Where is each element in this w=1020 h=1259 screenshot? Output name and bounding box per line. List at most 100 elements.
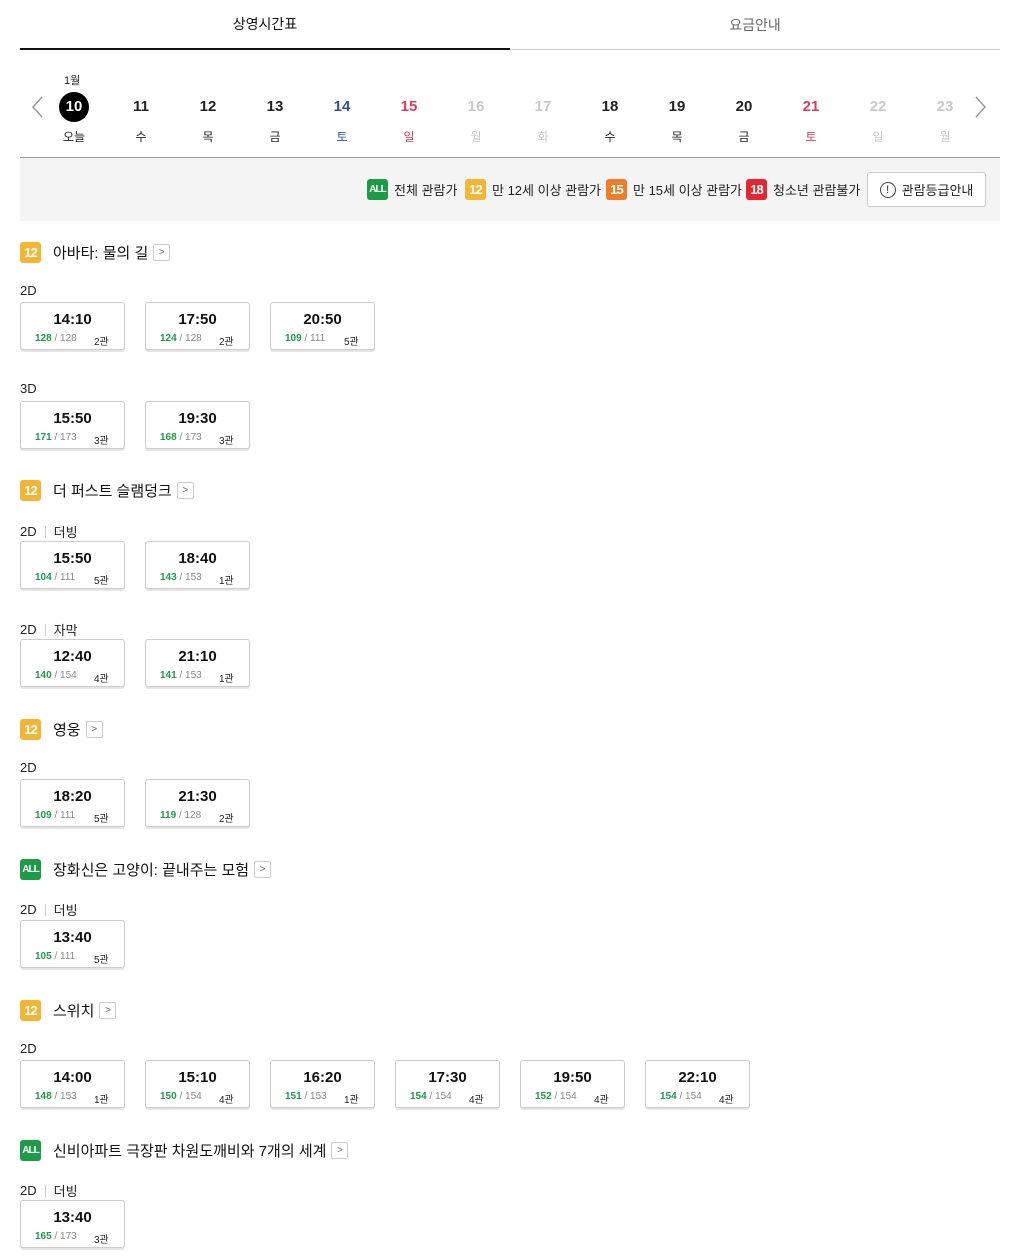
movie-detail-chevron-icon[interactable]: > (153, 243, 171, 261)
showtime-slot[interactable]: 21:30 119 / 128 2관 (145, 779, 250, 827)
format-sub: 더빙 (53, 903, 78, 918)
screen-format: 2D 더빙 (20, 522, 78, 541)
hall-number: 1관 (344, 1095, 359, 1106)
seats-remaining: 148 (35, 1091, 52, 1102)
seats-remaining: 151 (285, 1091, 302, 1102)
seats-total: 128 (185, 333, 202, 344)
showtime: 18:40 (178, 550, 217, 567)
showtime-slot[interactable]: 12:40 140 / 154 4관 (20, 639, 125, 687)
movie-header: 12 더 퍼스트 슬램덩크 > (20, 479, 194, 501)
screen-format: 2D 더빙 (20, 900, 78, 919)
seats-total: 153 (185, 572, 202, 583)
showtime-slot[interactable]: 14:10 128 / 128 2관 (20, 302, 125, 350)
movie-detail-chevron-icon[interactable]: > (331, 1141, 349, 1159)
seat-count: 165 / 173 (35, 1231, 77, 1242)
legend-18: 18 청소년 관람불가 (746, 178, 860, 200)
date-number: 19 (668, 98, 686, 115)
seats-total: 153 (60, 1091, 77, 1102)
next-dates-chevron-right-icon[interactable] (970, 94, 990, 120)
tab-pricing[interactable]: 요금안내 (510, 0, 1000, 50)
showtime-slot[interactable]: 20:50 109 / 111 5관 (270, 302, 375, 350)
screen-format: 2D (20, 283, 37, 298)
date-item[interactable]: 10 오늘 (49, 92, 99, 148)
tab-showtimes[interactable]: 상영시간표 (20, 0, 510, 50)
movie-title[interactable]: 스위치 (53, 1000, 94, 1021)
hall-number: 1관 (219, 674, 234, 685)
showtime: 12:40 (53, 648, 92, 665)
movie-header: 12 영웅 > (20, 718, 103, 740)
showtime-slot[interactable]: 13:40 105 / 111 5관 (20, 920, 125, 968)
date-item[interactable]: 11 수 (116, 92, 166, 148)
seats-total: 128 (60, 333, 77, 344)
screen-format: 2D 더빙 (20, 1181, 78, 1200)
showtime-slot[interactable]: 15:50 171 / 173 3관 (20, 401, 125, 449)
date-item: 17 화 (518, 92, 568, 148)
seat-count: 148 / 153 (35, 1091, 77, 1102)
showtime: 18:20 (53, 788, 92, 805)
date-item[interactable]: 13 금 (250, 92, 300, 148)
seats-total: 173 (60, 432, 77, 443)
movie-detail-chevron-icon[interactable]: > (85, 720, 103, 738)
date-item[interactable]: 21 토 (786, 92, 836, 148)
date-item[interactable]: 14 토 (317, 92, 367, 148)
format-sub: 더빙 (53, 525, 78, 540)
seats-total: 154 (185, 1091, 202, 1102)
date-item[interactable]: 19 목 (652, 92, 702, 148)
divider (44, 525, 46, 538)
hall-number: 1관 (94, 1095, 109, 1106)
movie-title[interactable]: 아바타: 물의 길 (53, 242, 148, 263)
date-weekday: 월 (939, 130, 951, 144)
date-item[interactable]: 20 금 (719, 92, 769, 148)
date-item[interactable]: 15 일 (384, 92, 434, 148)
hall-number: 3관 (94, 436, 109, 447)
showtime-slot[interactable]: 17:30 154 / 154 4관 (395, 1060, 500, 1108)
showtime-slot[interactable]: 16:20 151 / 153 1관 (270, 1060, 375, 1108)
movie-title[interactable]: 더 퍼스트 슬램덩크 (53, 480, 172, 501)
movie-title[interactable]: 장화신은 고양이: 끝내주는 모험 (53, 859, 249, 880)
movie-title[interactable]: 신비아파트 극장판 차원도깨비와 7개의 세계 (53, 1140, 326, 1161)
rating-12-icon: 12 (20, 241, 41, 263)
seats-total: 111 (60, 951, 76, 962)
seats-remaining: 143 (160, 572, 177, 583)
seats-total: 111 (310, 333, 326, 344)
seats-remaining: 171 (35, 432, 52, 443)
hall-number: 3관 (94, 1235, 109, 1246)
date-item[interactable]: 18 수 (585, 92, 635, 148)
rating-guide-button[interactable]: ! 관람등급안내 (867, 172, 986, 207)
showtime-slot[interactable]: 22:10 154 / 154 4관 (645, 1060, 750, 1108)
showtime: 14:10 (53, 311, 92, 328)
showtime-slot[interactable]: 19:30 168 / 173 3관 (145, 401, 250, 449)
seats-total: 153 (310, 1091, 327, 1102)
seat-count: 141 / 153 (160, 670, 202, 681)
hall-number: 4관 (594, 1095, 609, 1106)
movie-title[interactable]: 영웅 (53, 719, 81, 740)
month-label: 1월 (64, 75, 81, 87)
seats-total: 154 (60, 670, 77, 681)
screen-format: 2D (20, 760, 37, 775)
date-item: 22 일 (853, 92, 903, 148)
date-item[interactable]: 12 목 (183, 92, 233, 148)
showtime-slot[interactable]: 15:10 150 / 154 4관 (145, 1060, 250, 1108)
seats-remaining: 154 (660, 1091, 677, 1102)
seat-count: 143 / 153 (160, 572, 202, 583)
prev-dates-chevron-left-icon[interactable] (28, 94, 48, 120)
showtime-slot[interactable]: 18:20 109 / 111 5관 (20, 779, 125, 827)
showtime: 21:30 (178, 788, 217, 805)
showtime: 21:10 (178, 648, 217, 665)
showtime-slot[interactable]: 15:50 104 / 111 5관 (20, 541, 125, 589)
movie-detail-chevron-icon[interactable]: > (254, 860, 272, 878)
showtime-slot[interactable]: 21:10 141 / 153 1관 (145, 639, 250, 687)
format-label: 2D (20, 760, 37, 775)
showtime-slot[interactable]: 13:40 165 / 173 3관 (20, 1200, 125, 1248)
movie-detail-chevron-icon[interactable]: > (99, 1001, 117, 1019)
showtime-slot[interactable]: 14:00 148 / 153 1관 (20, 1060, 125, 1108)
rating-12-icon: 12 (20, 479, 41, 501)
date-number: 18 (601, 98, 619, 115)
movie-detail-chevron-icon[interactable]: > (176, 481, 194, 499)
seats-total: 111 (60, 810, 76, 821)
showtime-slot[interactable]: 18:40 143 / 153 1관 (145, 541, 250, 589)
hall-number: 5관 (94, 576, 109, 587)
divider (44, 903, 46, 916)
showtime-slot[interactable]: 19:50 152 / 154 4관 (520, 1060, 625, 1108)
showtime-slot[interactable]: 17:50 124 / 128 2관 (145, 302, 250, 350)
